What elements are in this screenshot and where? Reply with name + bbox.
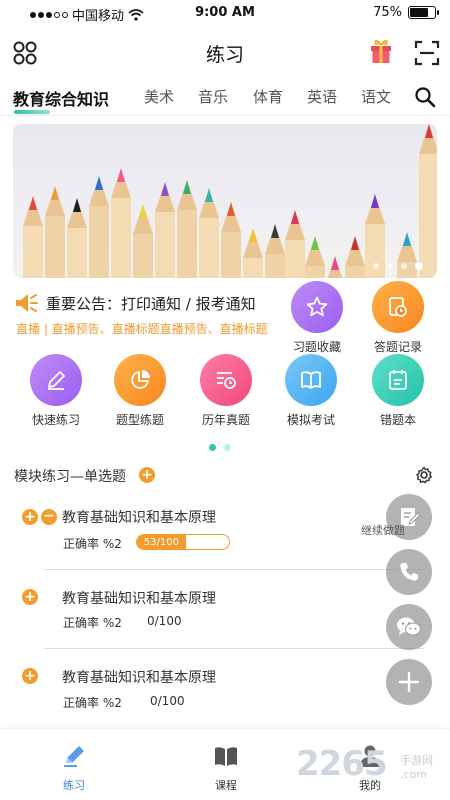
practice-item-count: 0/100 <box>150 694 185 708</box>
pencil-shape <box>111 168 131 278</box>
section-expand-icon[interactable]: + <box>139 467 155 483</box>
practice-progress-bar: 53/100 <box>136 534 230 550</box>
plus-icon <box>398 671 420 693</box>
announcement-text: 重要公告：打印通知 / 报考通知 <box>46 294 256 313</box>
practice-item-title[interactable]: 教育基础知识和基本原理 <box>62 667 216 687</box>
pencil-shape <box>243 228 263 278</box>
item-expand-icon[interactable]: + <box>22 509 38 525</box>
gift-icon[interactable] <box>368 38 394 66</box>
history-icon <box>217 372 236 389</box>
past-exams-label: 历年真题 <box>201 413 250 427</box>
question-type-label: 题型练题 <box>115 413 164 427</box>
pencil-shape <box>265 224 285 278</box>
wrong-book-button[interactable] <box>372 354 424 406</box>
favorites-label: 习题收藏 <box>292 340 341 354</box>
pencil-shape <box>327 256 343 278</box>
practice-item-title[interactable]: 教育基础知识和基本原理 <box>62 588 216 608</box>
pencil-shape <box>345 236 365 278</box>
add-button[interactable] <box>386 659 432 705</box>
continue-practice-label[interactable]: 继续做题 <box>361 522 405 538</box>
practice-item-rate: 正确率 %2 <box>63 537 122 551</box>
item-collapse-icon[interactable]: − <box>41 509 57 525</box>
item-expand-icon[interactable]: + <box>22 668 38 684</box>
nav-practice-label: 练习 <box>63 779 85 792</box>
pencil-shape <box>305 236 325 278</box>
past-exams-button[interactable] <box>200 354 252 406</box>
mock-exam-label: 模拟考试 <box>286 413 335 427</box>
question-type-button[interactable] <box>114 354 166 406</box>
pencil-shape <box>285 210 305 278</box>
search-icon[interactable] <box>414 86 436 108</box>
practice-progress-fill: 53/100 <box>137 535 186 549</box>
divider <box>44 648 424 649</box>
pencil-shape <box>23 196 43 278</box>
live-notice[interactable]: 直播 | 直播预告、直播标题直播预告、直播标题 <box>16 320 268 337</box>
mock-exam-button[interactable] <box>285 354 337 406</box>
tab-indicator <box>14 110 50 114</box>
scan-icon[interactable] <box>414 40 440 66</box>
banner-carousel[interactable] <box>13 124 437 278</box>
phone-icon <box>400 563 418 581</box>
nav-course[interactable]: 课程 <box>196 743 256 793</box>
tab-education[interactable]: 教育综合知识 <box>13 86 109 110</box>
quick-practice-label: 快速练习 <box>31 413 80 427</box>
practice-item-rate: 正确率 %2 <box>63 616 122 630</box>
pencil-shape <box>397 232 417 278</box>
course-book-icon <box>215 747 237 766</box>
pencil-shape <box>199 188 219 278</box>
pencil-shape <box>221 202 241 278</box>
nav-course-label: 课程 <box>215 779 237 792</box>
nav-practice[interactable]: 练习 <box>44 743 104 793</box>
pencil-shape <box>133 204 153 278</box>
banner-indicator <box>373 262 423 270</box>
tab-english[interactable]: 英语 <box>307 86 337 107</box>
watermark-logo: 2265 <box>296 744 388 784</box>
pencils-illustration <box>23 124 437 278</box>
practice-item-rate: 正确率 %2 <box>63 696 122 710</box>
practice-item-count: 0/100 <box>147 614 182 628</box>
tab-music[interactable]: 音乐 <box>198 86 228 107</box>
star-icon <box>306 296 328 317</box>
answer-record-button[interactable] <box>372 281 424 333</box>
quick-actions-pager <box>209 444 231 451</box>
pencil-shape <box>419 124 437 278</box>
notebook-icon <box>389 370 407 390</box>
wechat-button[interactable] <box>386 604 432 650</box>
announcement[interactable]: 重要公告：打印通知 / 报考通知 <box>14 292 256 314</box>
quick-practice-button[interactable] <box>30 354 82 406</box>
pencil-shape <box>177 180 197 278</box>
favorites-button[interactable] <box>291 281 343 333</box>
pencil-shape <box>155 182 175 278</box>
pencil-icon <box>48 371 65 390</box>
pencil-shape <box>45 186 65 278</box>
tab-pe[interactable]: 体育 <box>253 86 283 107</box>
settings-gear-icon[interactable] <box>415 466 433 484</box>
record-icon <box>389 297 407 317</box>
site-watermark: 2265 手游网 .com <box>296 744 433 784</box>
practice-item-title[interactable]: 教育基础知识和基本原理 <box>62 507 216 527</box>
divider <box>44 569 424 570</box>
battery-info: 75% <box>373 5 439 20</box>
watermark-text: 手游网 .com <box>400 754 433 781</box>
wrong-book-label: 错题本 <box>379 413 416 427</box>
item-expand-icon[interactable]: + <box>22 589 38 605</box>
battery-percent: 75% <box>373 5 402 20</box>
tab-art[interactable]: 美术 <box>144 86 174 107</box>
top-bar: 练习 <box>0 30 450 76</box>
tab-chinese[interactable]: 语文 <box>361 86 391 107</box>
practice-pencil-icon <box>64 746 84 767</box>
pie-chart-icon <box>131 370 150 389</box>
battery-icon <box>408 6 439 19</box>
section-title: 模块练习—单选题 <box>14 469 126 485</box>
book-icon <box>301 371 321 389</box>
speaker-icon <box>16 294 38 312</box>
pencil-shape <box>67 198 87 278</box>
wechat-icon <box>397 617 421 636</box>
answer-record-label: 答题记录 <box>373 340 422 354</box>
pencil-shape <box>89 176 109 278</box>
category-tabs: 教育综合知识 美术 音乐 体育 英语 语文 <box>0 82 450 116</box>
status-bar: 中国移动 9:00 AM 75% <box>0 0 450 28</box>
phone-button[interactable] <box>386 549 432 595</box>
